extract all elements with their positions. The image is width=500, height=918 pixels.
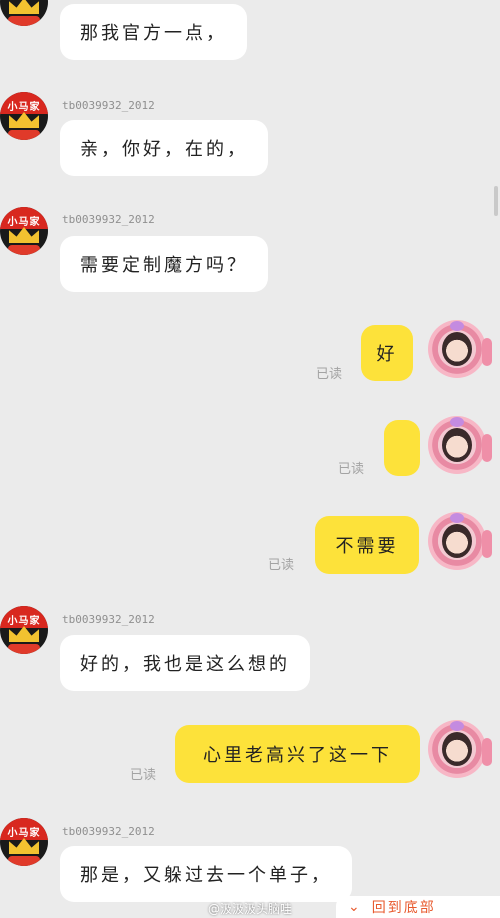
back-to-bottom-button[interactable]: ⌄ 回到底部 [336, 896, 500, 918]
crown-icon [9, 838, 39, 854]
crown-icon [9, 626, 39, 642]
read-status: 已读 [268, 558, 295, 573]
chevron-down-icon: ⌄ [348, 899, 360, 915]
flower-icon [450, 721, 464, 731]
read-status: 已读 [130, 768, 157, 783]
my-message-bubble[interactable]: 心里老高兴了这一下 [175, 725, 420, 783]
sender-username: tb0039932_2012 [62, 613, 155, 626]
bottom-bar: @汲汲汲头脑哇 ⌄ 回到底部 [0, 896, 500, 918]
message-bubble[interactable]: 那是，又躲过去一个单子， [60, 846, 352, 902]
flower-icon [450, 417, 464, 427]
scrollbar[interactable] [494, 186, 498, 216]
shop-avatar[interactable]: 小马家 [0, 207, 48, 255]
message-bubble[interactable]: 亲，你好，在的， [60, 120, 268, 176]
my-avatar[interactable] [428, 416, 492, 474]
shop-avatar[interactable]: 小马家 [0, 92, 48, 140]
my-avatar[interactable] [428, 320, 492, 378]
read-status: 已读 [338, 462, 365, 477]
sender-username: tb0039932_2012 [62, 99, 155, 112]
message-bubble[interactable]: 那我官方一点， [60, 4, 247, 60]
my-avatar[interactable] [428, 512, 492, 570]
my-avatar[interactable] [428, 720, 492, 778]
flower-icon [450, 513, 464, 523]
flower-icon [450, 321, 464, 331]
sender-username: tb0039932_2012 [62, 825, 155, 838]
message-bubble[interactable]: 好的，我也是这么想的 [60, 635, 310, 691]
shop-avatar[interactable]: 小马家 [0, 818, 48, 866]
my-message-bubble[interactable] [384, 420, 420, 476]
message-bubble[interactable]: 需要定制魔方吗？ [60, 236, 268, 292]
shop-avatar[interactable]: 小马家 [0, 606, 48, 654]
sender-username: tb0039932_2012 [62, 213, 155, 226]
crown-icon [9, 227, 39, 243]
read-status: 已读 [316, 367, 343, 382]
watermark: @汲汲汲头脑哇 [208, 902, 293, 916]
crown-icon [9, 0, 39, 14]
shop-avatar[interactable]: 小马家 [0, 0, 48, 26]
crown-icon [9, 112, 39, 128]
my-message-bubble[interactable]: 不需要 [315, 516, 419, 574]
my-message-bubble[interactable]: 好 [361, 325, 413, 381]
